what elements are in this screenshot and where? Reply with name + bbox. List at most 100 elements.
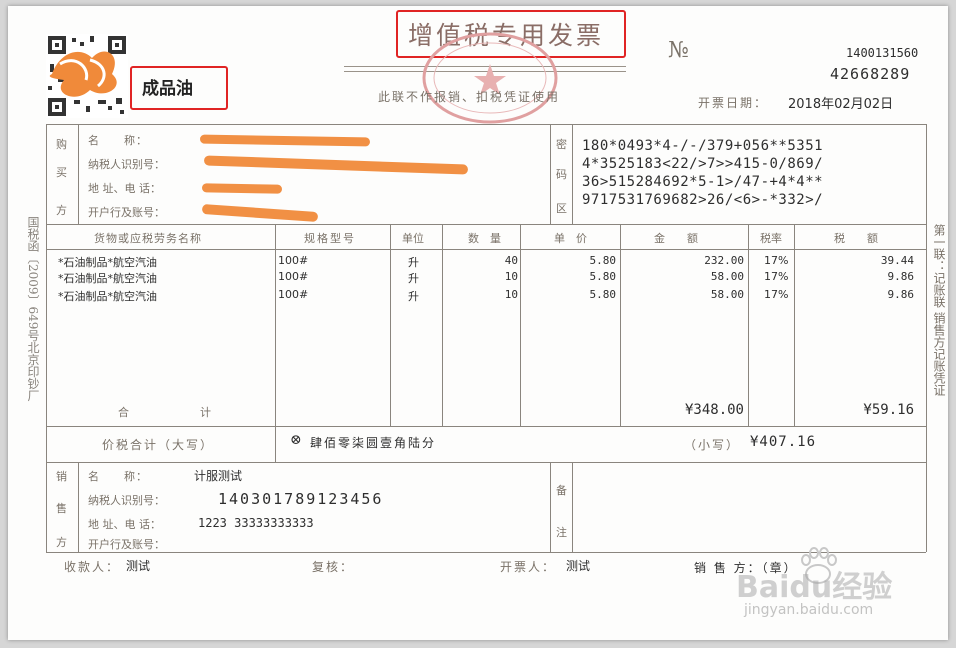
row-amount: 58.00 (710, 288, 744, 301)
cipher-line: 180*0493*4-/-/379+056**5351 (582, 138, 824, 154)
buyer-address-redaction (201, 183, 283, 194)
total-tax: ¥59.16 (863, 402, 914, 418)
row-qty: 10 (504, 270, 518, 283)
col-unit-line (390, 224, 391, 426)
seller-tax-id-value: 140301789123456 (218, 490, 384, 508)
cipher-line: 36>515284692*5-1>/47-+4*4** (582, 174, 824, 190)
drawer-label: 开票人： (500, 560, 557, 574)
remarks-label-line (572, 462, 573, 552)
row-rate: 17% (764, 288, 789, 301)
seller-bank-label: 开户行及账号： (88, 538, 165, 551)
cipher-label-2: 码 (556, 168, 567, 181)
frame-top (46, 124, 926, 125)
buyer-bank-redaction (201, 203, 319, 223)
seller-label-1: 销 (56, 470, 67, 483)
drawer-value: 测试 (566, 559, 591, 573)
invoice-paper: 成品油 增值税专用发票 此联不作报销、扣税凭证使用 № 1400131560 4… (8, 6, 948, 640)
col-spec-line (275, 224, 276, 462)
row-amount: 232.00 (704, 254, 744, 267)
row-amount: 58.00 (710, 270, 744, 283)
grand-total-small-label: （小写） (684, 438, 741, 452)
row-spec: 100# (278, 254, 309, 267)
row-price: 5.80 (589, 288, 617, 301)
invoice-seal (420, 30, 560, 126)
seller-name-value: 计服测试 (194, 469, 243, 483)
row-qty: 10 (504, 288, 518, 301)
row-tax: 9.86 (887, 270, 915, 283)
header-price: 单 价 (554, 232, 587, 245)
invoice-number: 42668289 (830, 65, 911, 83)
grand-total-small-value: ¥407.16 (750, 434, 817, 450)
row-goods-name: *石油制品*航空汽油 (58, 256, 157, 269)
row-unit: 升 (408, 290, 419, 303)
header-goods: 货物或应税劳务名称 (94, 232, 202, 245)
left-side-note: 国税函〔2009〕649号北京印钞厂 (26, 216, 40, 402)
row-tax: 39.44 (880, 254, 914, 267)
date-value: 2018年02月02日 (788, 97, 894, 112)
header-spec: 规格型号 (304, 232, 356, 245)
date-label: 开票日期： (698, 96, 769, 110)
seller-tax-id-label: 纳税人识别号： (88, 494, 165, 507)
row-unit: 升 (408, 272, 419, 285)
row-goods-name: *石油制品*航空汽油 (58, 290, 157, 303)
row-tax: 9.86 (887, 288, 915, 301)
right-side-note: 第一联：记账联 销售方记账凭证 (932, 224, 946, 396)
remarks-divider (550, 462, 551, 552)
cipher-divider (550, 124, 551, 224)
watermark-url: jingyan.baidu.com (744, 602, 874, 618)
seller-address-value: 1223 33333333333 (198, 516, 314, 530)
cipher-label-1: 密 (556, 138, 567, 151)
frame-right (926, 124, 927, 552)
payee-label: 收款人： (64, 560, 121, 574)
remarks-label-1: 备 (556, 484, 567, 497)
grand-total-label: 价税合计（大写） (102, 438, 215, 452)
notice-text: 此联不作报销、扣税凭证使用 (378, 90, 561, 104)
frame-bottom (46, 552, 926, 553)
row-spec: 100# (278, 270, 309, 283)
row-rate: 17% (764, 254, 789, 267)
buyer-label-line (78, 124, 79, 224)
total-label-ji: 计 (200, 406, 211, 419)
payee-value: 测试 (126, 559, 151, 573)
seller-label-line (78, 462, 79, 552)
row-goods-name: *石油制品*航空汽油 (58, 272, 157, 285)
grand-total-line (46, 462, 926, 463)
cipher-line: 9717531769682>26/<6>-*332>/ (582, 192, 824, 208)
buyer-label-1: 购 (56, 138, 67, 151)
row-spec: 100# (278, 288, 309, 301)
grand-total-words: 肆佰零柒圆壹角陆分 (310, 436, 437, 450)
buyer-address-label: 地 址、电 话： (88, 182, 161, 195)
buyer-tax-id-label: 纳税人识别号： (88, 158, 165, 171)
col-rate-line (748, 224, 749, 426)
review-label: 复核： (312, 560, 355, 574)
buyer-tax-id-redaction (203, 155, 469, 175)
remarks-label-2: 注 (556, 526, 567, 539)
seller-name-label: 名 称： (88, 470, 148, 483)
row-unit: 升 (408, 256, 419, 269)
qr-code (46, 34, 128, 118)
buyer-name-label: 名 称： (88, 134, 148, 147)
row-price: 5.80 (589, 270, 617, 283)
seller-label-3: 方 (56, 536, 67, 549)
total-label-he: 合 (118, 406, 129, 419)
header-qty: 数 量 (468, 232, 501, 245)
header-tax: 税 额 (834, 232, 878, 245)
watermark-brand: Baidu经验 (736, 570, 893, 605)
buyer-label-3: 方 (56, 204, 67, 217)
cipher-label-3: 区 (556, 202, 567, 215)
cipher-line: 4*3525183<22/>7>>415-0/869/ (582, 156, 824, 172)
buyer-bank-label: 开户行及账号： (88, 206, 165, 219)
row-price: 5.80 (589, 254, 617, 267)
buyer-label-2: 买 (56, 166, 67, 179)
cross-circle-icon: ⊗ (290, 432, 302, 448)
cipher-label-line (572, 124, 573, 224)
product-tag: 成品油 (142, 79, 193, 99)
buyer-name-redaction (199, 134, 371, 147)
seller-address-label: 地 址、电 话： (88, 518, 161, 531)
header-amount: 金 额 (654, 232, 698, 245)
total-row-line (46, 426, 926, 427)
row-qty: 40 (504, 254, 518, 267)
header-rate: 税率 (760, 232, 782, 245)
number-symbol: № (668, 38, 689, 63)
seller-label-2: 售 (56, 502, 67, 515)
